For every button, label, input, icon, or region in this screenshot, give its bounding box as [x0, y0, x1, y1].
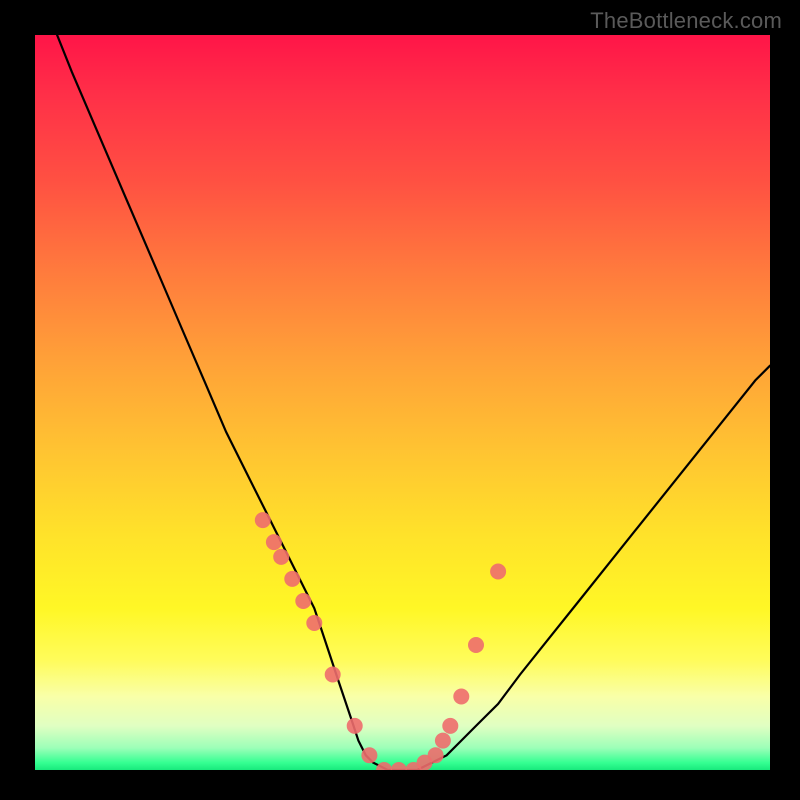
- data-point: [295, 593, 311, 609]
- watermark-text: TheBottleneck.com: [590, 8, 782, 34]
- data-point: [428, 747, 444, 763]
- data-point: [284, 571, 300, 587]
- chart-container: TheBottleneck.com: [0, 0, 800, 800]
- data-point: [325, 667, 341, 683]
- data-point: [435, 733, 451, 749]
- data-point: [347, 718, 363, 734]
- data-point: [391, 762, 407, 770]
- data-point: [376, 762, 392, 770]
- data-point: [306, 615, 322, 631]
- data-point: [453, 689, 469, 705]
- data-point: [361, 747, 377, 763]
- data-point: [266, 534, 282, 550]
- plot-area: [35, 35, 770, 770]
- bottleneck-curve: [57, 35, 770, 770]
- data-point: [490, 564, 506, 580]
- data-point: [468, 637, 484, 653]
- data-markers: [255, 512, 506, 770]
- data-point: [442, 718, 458, 734]
- chart-svg: [35, 35, 770, 770]
- data-point: [255, 512, 271, 528]
- data-point: [273, 549, 289, 565]
